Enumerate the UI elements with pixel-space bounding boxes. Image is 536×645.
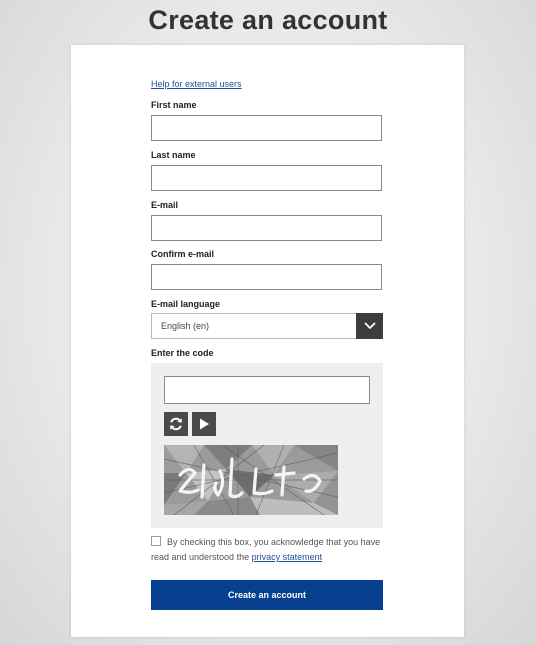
email-input[interactable] <box>151 215 382 241</box>
captcha-image <box>164 445 338 515</box>
confirm-email-input[interactable] <box>151 264 382 290</box>
account-form-card: Help for external users First name Last … <box>71 45 464 637</box>
email-language-select[interactable]: English (en) <box>151 313 383 339</box>
first-name-input[interactable] <box>151 115 382 141</box>
consent-row: By checking this box, you acknowledge th… <box>151 535 391 565</box>
captcha-refresh-button[interactable] <box>164 412 188 436</box>
confirm-email-label: Confirm e-mail <box>151 249 215 259</box>
consent-checkbox[interactable] <box>151 536 161 546</box>
last-name-label: Last name <box>151 150 196 160</box>
email-language-label: E-mail language <box>151 299 221 309</box>
help-link[interactable]: Help for external users <box>151 79 242 89</box>
play-icon <box>200 418 209 430</box>
email-language-value: English (en) <box>161 321 210 331</box>
captcha-input[interactable] <box>164 376 370 404</box>
chevron-down-icon[interactable] <box>356 313 383 339</box>
captcha-panel <box>151 363 383 528</box>
captcha-label: Enter the code <box>151 348 214 358</box>
privacy-statement-link[interactable]: privacy statement <box>252 552 323 562</box>
refresh-icon <box>170 417 182 431</box>
create-account-button[interactable]: Create an account <box>151 580 383 610</box>
last-name-input[interactable] <box>151 165 382 191</box>
email-label: E-mail <box>151 200 179 210</box>
first-name-label: First name <box>151 100 197 110</box>
page-title: Create an account <box>148 5 388 35</box>
captcha-audio-button[interactable] <box>192 412 216 436</box>
